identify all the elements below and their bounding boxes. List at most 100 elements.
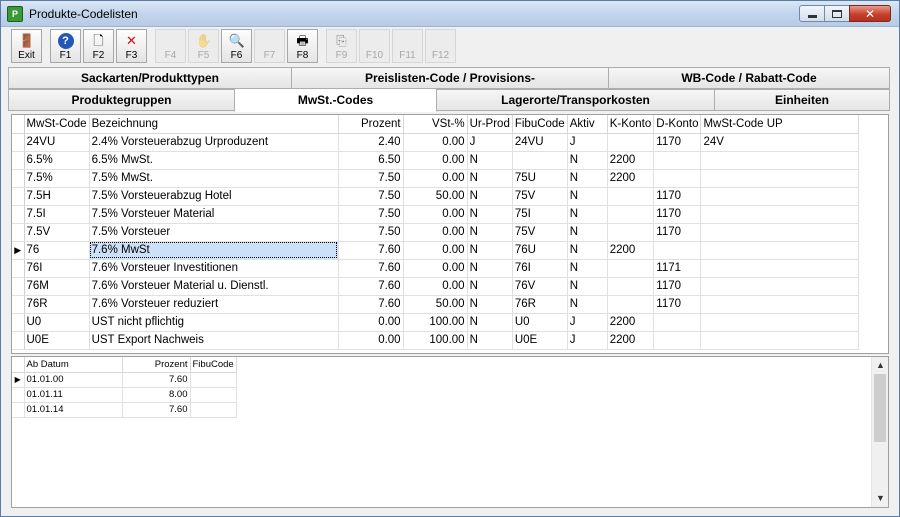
- table-cell[interactable]: 7.60: [122, 372, 191, 388]
- table-cell[interactable]: 76R: [512, 295, 568, 314]
- table-cell[interactable]: 7.50: [338, 169, 404, 188]
- table-cell[interactable]: 6.5% MwSt.: [89, 151, 339, 170]
- table-cell[interactable]: [190, 372, 237, 388]
- table-cell[interactable]: N: [567, 151, 608, 170]
- table-cell[interactable]: [653, 241, 702, 260]
- table-cell[interactable]: 24VU: [24, 133, 90, 152]
- table-cell[interactable]: 7.5I: [24, 205, 90, 224]
- table-cell[interactable]: 2200: [607, 169, 655, 188]
- table-cell[interactable]: 0.00: [403, 133, 468, 152]
- table-cell[interactable]: N: [467, 151, 513, 170]
- table-cell[interactable]: 7.50: [338, 205, 404, 224]
- table-cell[interactable]: 1170: [653, 295, 702, 314]
- table-cell[interactable]: 75V: [512, 187, 568, 206]
- scroll-up-icon[interactable]: ▲: [872, 357, 888, 374]
- table-cell[interactable]: N: [467, 223, 513, 242]
- toolbar-button-f3[interactable]: ✕ F3: [116, 29, 147, 63]
- table-cell[interactable]: 100.00: [403, 313, 468, 332]
- table-cell[interactable]: 76M: [24, 277, 90, 296]
- minimize-button[interactable]: [799, 5, 825, 22]
- table-row[interactable]: 76I 7.6% Vorsteuer Investitionen 7.60 0.00 N…: [12, 259, 860, 278]
- table-cell[interactable]: N: [467, 241, 513, 260]
- history-grid[interactable]: Ab Datum Prozent FibuCode ▶ 01.01.00 7.60 01.…: [11, 356, 889, 508]
- table-cell[interactable]: N: [467, 313, 513, 332]
- table-cell[interactable]: 7.5% Vorsteuer Material: [89, 205, 339, 224]
- table-cell[interactable]: [607, 205, 655, 224]
- table-row[interactable]: 7.5I 7.5% Vorsteuer Material 7.50 0.00 N 75I N…: [12, 205, 860, 224]
- table-cell[interactable]: 2200: [607, 313, 655, 332]
- table-cell[interactable]: 6.5%: [24, 151, 90, 170]
- table-cell[interactable]: [700, 187, 860, 206]
- table-cell[interactable]: 7.6% Vorsteuer Material u. Dienstl.: [89, 277, 339, 296]
- scroll-thumb[interactable]: [874, 374, 886, 442]
- table-row[interactable]: 01.01.14 7.60: [12, 402, 237, 418]
- table-cell[interactable]: 0.00: [403, 259, 468, 278]
- table-cell[interactable]: 75U: [512, 169, 568, 188]
- table-cell[interactable]: N: [467, 277, 513, 296]
- table-cell[interactable]: N: [467, 331, 513, 350]
- table-cell[interactable]: 01.01.14: [24, 402, 123, 418]
- table-cell[interactable]: 76I: [512, 259, 568, 278]
- vertical-scrollbar[interactable]: ▲ ▼: [871, 357, 888, 507]
- column-header[interactable]: D-Konto: [653, 115, 702, 134]
- table-cell[interactable]: 7.5V: [24, 223, 90, 242]
- column-header[interactable]: VSt-%: [403, 115, 468, 134]
- column-header[interactable]: Ur-Prod: [467, 115, 513, 134]
- table-cell[interactable]: 6.50: [338, 151, 404, 170]
- table-cell[interactable]: 8.00: [122, 387, 191, 403]
- table-cell[interactable]: N: [567, 169, 608, 188]
- table-cell[interactable]: N: [567, 295, 608, 314]
- table-cell[interactable]: U0: [24, 313, 90, 332]
- tab-wb-code[interactable]: WB-Code / Rabatt-Code: [608, 67, 890, 89]
- table-cell[interactable]: N: [467, 295, 513, 314]
- table-cell[interactable]: 2200: [607, 241, 655, 260]
- table-cell[interactable]: 76: [24, 241, 90, 260]
- table-cell[interactable]: 76U: [512, 241, 568, 260]
- table-cell[interactable]: N: [467, 205, 513, 224]
- table-cell[interactable]: 01.01.11: [24, 387, 123, 403]
- toolbar-button-f6[interactable]: 🔍 F6: [221, 29, 252, 63]
- table-cell[interactable]: 7.5% MwSt.: [89, 169, 339, 188]
- table-row[interactable]: ▶ 76 7.6% MwSt 7.60 0.00 N 76U N 2200: [12, 241, 860, 260]
- table-cell[interactable]: 76R: [24, 295, 90, 314]
- table-cell[interactable]: [190, 387, 237, 403]
- table-cell[interactable]: 0.00: [403, 205, 468, 224]
- table-cell[interactable]: J: [567, 133, 608, 152]
- column-header[interactable]: Bezeichnung: [89, 115, 339, 134]
- table-cell[interactable]: J: [567, 331, 608, 350]
- close-button[interactable]: ✕: [849, 5, 891, 22]
- table-cell[interactable]: [190, 402, 237, 418]
- table-cell[interactable]: [700, 151, 860, 170]
- table-cell[interactable]: [700, 205, 860, 224]
- table-cell[interactable]: [653, 331, 702, 350]
- tab-lagerorte[interactable]: Lagerorte/Transporkosten: [436, 89, 715, 111]
- column-header[interactable]: Prozent: [122, 357, 191, 373]
- table-cell[interactable]: [700, 331, 860, 350]
- column-header[interactable]: FibuCode: [512, 115, 568, 134]
- table-cell[interactable]: 7.5%: [24, 169, 90, 188]
- toolbar-button-exit[interactable]: 🚪 Exit: [11, 29, 42, 63]
- table-cell[interactable]: 2.40: [338, 133, 404, 152]
- table-row[interactable]: ▶ 01.01.00 7.60: [12, 372, 237, 388]
- toolbar-button-f8[interactable]: 🖶 F8: [287, 29, 318, 63]
- table-cell[interactable]: 76I: [24, 259, 90, 278]
- table-cell[interactable]: 75V: [512, 223, 568, 242]
- table-cell[interactable]: [700, 259, 860, 278]
- table-cell[interactable]: 2200: [607, 331, 655, 350]
- tab-mwst-codes[interactable]: MwSt.-Codes: [234, 88, 437, 112]
- table-cell[interactable]: N: [567, 223, 608, 242]
- mwst-grid[interactable]: MwSt-Code Bezeichnung Prozent VSt-% Ur-Prod F…: [11, 114, 889, 354]
- table-cell[interactable]: 7.6% MwSt: [89, 241, 339, 260]
- tab-einheiten[interactable]: Einheiten: [714, 89, 890, 111]
- table-cell[interactable]: J: [467, 133, 513, 152]
- column-header[interactable]: MwSt-Code UP: [700, 115, 860, 134]
- table-cell[interactable]: 1170: [653, 277, 702, 296]
- table-row[interactable]: 7.5V 7.5% Vorsteuer 7.50 0.00 N 75V N 1170: [12, 223, 860, 242]
- table-cell[interactable]: 0.00: [403, 277, 468, 296]
- table-cell[interactable]: 1171: [653, 259, 702, 278]
- column-header[interactable]: MwSt-Code: [24, 115, 90, 134]
- table-cell[interactable]: N: [467, 187, 513, 206]
- table-row[interactable]: U0 UST nicht pflichtig 0.00 100.00 N U0 J 2200: [12, 313, 860, 332]
- table-cell[interactable]: J: [567, 313, 608, 332]
- table-cell[interactable]: 0.00: [403, 223, 468, 242]
